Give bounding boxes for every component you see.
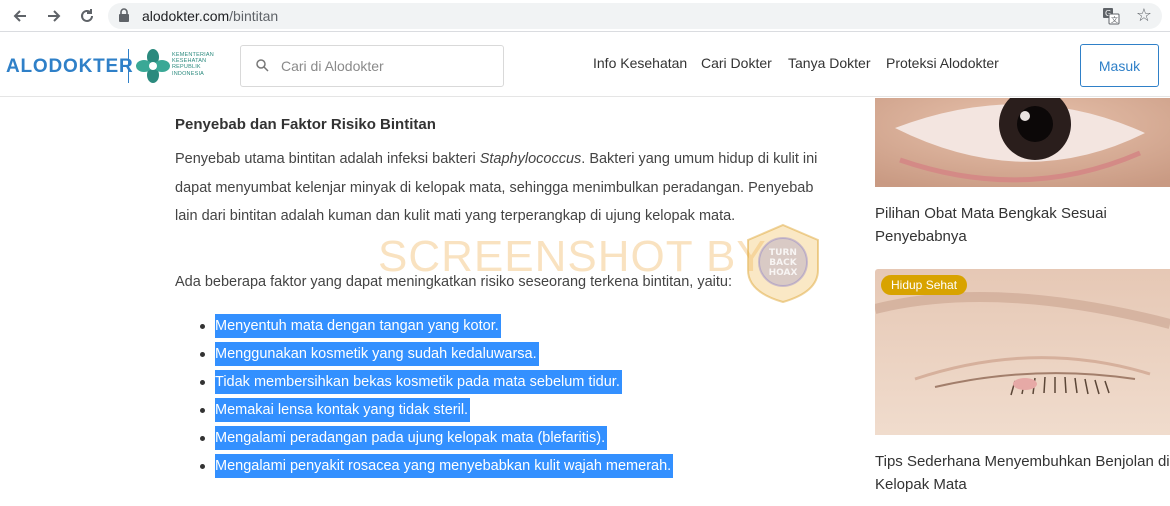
bullet-icon <box>200 352 205 357</box>
star-icon[interactable]: ☆ <box>1136 6 1152 24</box>
login-button[interactable]: Masuk <box>1080 44 1159 87</box>
risk-factor-list: Menyentuh mata dengan tangan yang kotor.… <box>200 312 674 480</box>
list-item: Tidak membersihkan bekas kosmetik pada m… <box>200 368 673 396</box>
list-item: Menggunakan kosmetik yang sudah kedaluwa… <box>200 340 673 368</box>
nav-info-kesehatan[interactable]: Info Kesehatan <box>593 55 687 71</box>
svg-text:文: 文 <box>1111 15 1118 24</box>
bullet-icon <box>200 436 205 441</box>
list-item: Mengalami peradangan pada ujung kelopak … <box>200 424 673 452</box>
forward-icon[interactable] <box>42 4 66 28</box>
risk-intro-paragraph: Ada beberapa faktor yang dapat meningkat… <box>175 274 732 290</box>
nav-proteksi-alodokter[interactable]: Proteksi Alodokter <box>886 55 999 71</box>
reload-icon[interactable] <box>75 4 99 28</box>
list-item: Memakai lensa kontak yang tidak steril. <box>200 396 673 424</box>
related-article-image[interactable] <box>875 98 1170 187</box>
bullet-icon <box>200 464 205 469</box>
category-badge[interactable]: Hidup Sehat <box>881 275 968 295</box>
related-article-title[interactable]: Tips Sederhana Menyembuhkan Benjolan di … <box>875 450 1170 496</box>
search-box[interactable] <box>240 45 504 87</box>
section-heading: Penyebab dan Faktor Risiko Bintitan <box>175 116 436 133</box>
translate-icon[interactable]: G文 <box>1102 7 1120 30</box>
search-icon <box>256 59 269 77</box>
browser-toolbar: alodokter.com/bintitan G文 ☆ <box>0 0 1170 32</box>
cause-paragraph: Penyebab utama bintitan adalah infeksi b… <box>175 151 818 224</box>
nav-tanya-dokter[interactable]: Tanya Dokter <box>788 55 870 71</box>
related-article-title[interactable]: Pilihan Obat Mata Bengkak Sesuai Penyeba… <box>875 202 1170 248</box>
alodokter-logo[interactable]: ALODOKTER <box>6 56 134 78</box>
list-item: Mengalami penyakit rosacea yang menyebab… <box>200 452 674 480</box>
lock-icon <box>118 8 130 28</box>
bullet-icon <box>200 408 205 413</box>
kemenkes-logo-icon <box>136 49 170 88</box>
search-input[interactable] <box>281 55 491 77</box>
svg-text:BACK: BACK <box>769 258 797 268</box>
list-item: Menyentuh mata dengan tangan yang kotor. <box>200 312 673 340</box>
bullet-icon <box>200 324 205 329</box>
bullet-icon <box>200 380 205 385</box>
logo-divider <box>128 49 129 83</box>
nav-cari-dokter[interactable]: Cari Dokter <box>701 55 772 71</box>
address-bar[interactable]: alodokter.com/bintitan G文 ☆ <box>108 3 1162 29</box>
url-text: alodokter.com/bintitan <box>142 8 279 24</box>
svg-text:TURN: TURN <box>769 248 797 258</box>
back-icon[interactable] <box>8 4 32 28</box>
kemenkes-label: KEMENTERIAN KESEHATAN REPUBLIK INDONESIA <box>172 52 214 77</box>
site-header: ALODOKTER KEMENTERIAN KESEHATAN REPUBLIK… <box>0 33 1170 97</box>
